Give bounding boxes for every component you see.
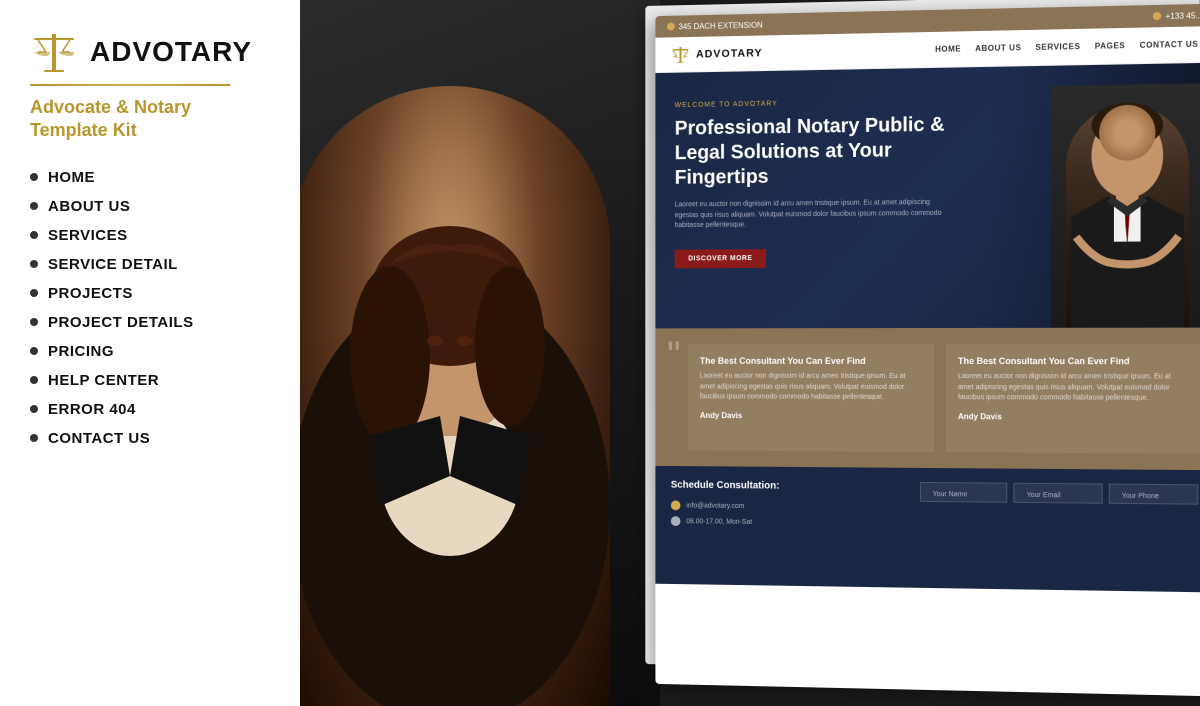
nav-bullet	[30, 260, 38, 268]
topbar-icon-right	[1153, 12, 1161, 20]
right-panel: 345 DACH EXTENSION +133 45...	[620, 0, 1200, 706]
quote-mark: "	[667, 336, 681, 375]
email-input-label: Your Email	[1020, 492, 1066, 499]
nav-item-error[interactable]: ERROR 404	[30, 395, 270, 424]
topbar-address: 345 DACH EXTENSION	[679, 20, 763, 31]
nav-bullet	[30, 318, 38, 326]
nav-label-home: HOME	[48, 169, 95, 186]
topbar-phone: +133 45...	[1165, 11, 1200, 21]
site-navigation: HOME ABOUT US SERVICES PAGES CONTACT US	[935, 40, 1198, 54]
testimonial-author-2: Andy Davis	[958, 412, 1188, 422]
contact-hours: 08.00-17.00, Mon-Sat	[686, 518, 752, 526]
hero-man-figure	[1051, 83, 1200, 328]
site-nav-pages[interactable]: PAGES	[1095, 41, 1126, 51]
site-nav-home[interactable]: HOME	[935, 44, 961, 54]
nav-item-project-details[interactable]: PROJECT DETAILS	[30, 308, 270, 337]
nav-bullet	[30, 376, 38, 384]
name-input-label: Your Name	[927, 491, 974, 498]
nav-item-about[interactable]: ABOUT US	[30, 192, 270, 221]
nav-label-service-detail: SERVICE DETAIL	[48, 256, 178, 273]
nav-label-about: ABOUT US	[48, 198, 130, 215]
nav-label-error: ERROR 404	[48, 401, 136, 418]
nav-bullet	[30, 202, 38, 210]
testimonial-title-2: The Best Consultant You Can Ever Find	[958, 356, 1188, 366]
woman-figure	[260, 56, 640, 706]
gold-divider	[30, 84, 230, 86]
nav-item-pricing[interactable]: PRICING	[30, 337, 270, 366]
nav-item-service-detail[interactable]: SERVICE DETAIL	[30, 250, 270, 279]
left-panel: ADVOTARY Advocate & Notary Template Kit …	[0, 0, 660, 706]
name-input[interactable]: Your Name	[920, 482, 1008, 503]
nav-bullet	[30, 434, 38, 442]
brand-tagline: Advocate & Notary Template Kit	[30, 96, 270, 143]
phone-input-label: Your Phone	[1116, 493, 1166, 501]
nav-bullet	[30, 405, 38, 413]
testimonial-text-1: Laoreet eu auctor non dignissim id arcu …	[700, 372, 922, 404]
site-logo: ADVOTARY	[671, 43, 763, 65]
site-nav-services[interactable]: SERVICES	[1035, 42, 1080, 52]
site-hero: WELCOME TO ADVOTARY Professional Notary …	[655, 63, 1200, 329]
testimonial-card-1: The Best Consultant You Can Ever Find La…	[688, 344, 934, 452]
nav-item-contact[interactable]: CONTACT US	[30, 424, 270, 453]
phone-input[interactable]: Your Phone	[1108, 484, 1198, 505]
contact-title: Schedule Consultation:	[671, 480, 904, 493]
contact-email-item: info@advotary.com	[671, 500, 904, 512]
testimonial-text-2: Laoreet eu auctor non dignissim id arcu …	[958, 372, 1188, 404]
nav-item-services[interactable]: SERVICES	[30, 221, 270, 250]
nav-label-services: SERVICES	[48, 227, 128, 244]
site-testimonials: " The Best Consultant You Can Ever Find …	[655, 328, 1200, 471]
hero-content: WELCOME TO ADVOTARY Professional Notary …	[675, 98, 956, 268]
nav-bullet	[30, 289, 38, 297]
left-content: ADVOTARY Advocate & Notary Template Kit …	[0, 0, 300, 706]
nav-item-projects[interactable]: PROJECTS	[30, 279, 270, 308]
form-row-1: Your Name Your Email Your Phone	[920, 482, 1199, 505]
nav-bullet	[30, 347, 38, 355]
nav-label-contact: CONTACT US	[48, 430, 150, 447]
topbar-right: +133 45...	[1153, 11, 1200, 21]
testimonial-title-1: The Best Consultant You Can Ever Find	[700, 356, 922, 366]
nav-label-pricing: PRICING	[48, 343, 114, 360]
website-mockup: 345 DACH EXTENSION +133 45...	[655, 4, 1200, 697]
site-nav-about[interactable]: ABOUT US	[975, 43, 1021, 53]
hero-title: Professional Notary Public & Legal Solut…	[675, 113, 956, 191]
nav-label-help: HELP CENTER	[48, 372, 159, 389]
nav-bullet	[30, 173, 38, 181]
nav-label-project-details: PROJECT DETAILS	[48, 314, 194, 331]
site-logo-text: ADVOTARY	[696, 47, 763, 60]
nav-bullet	[30, 231, 38, 239]
contact-form: Your Name Your Email Your Phone	[920, 482, 1199, 578]
testimonial-author-1: Andy Davis	[700, 411, 922, 421]
hero-welcome: WELCOME TO ADVOTARY	[675, 98, 956, 110]
email-input[interactable]: Your Email	[1013, 483, 1102, 504]
site-nav-contact[interactable]: CONTACT US	[1140, 40, 1199, 50]
contact-info: Schedule Consultation: info@advotary.com…	[671, 480, 904, 574]
topbar-icon-left	[667, 23, 675, 31]
logo-area: ADVOTARY	[30, 28, 270, 76]
nav-item-help[interactable]: HELP CENTER	[30, 366, 270, 395]
hero-description: Laoreet eu auctor non dignissim id arcu …	[675, 198, 956, 232]
logo-icon	[30, 28, 78, 76]
nav-label-projects: PROJECTS	[48, 285, 133, 302]
email-icon	[671, 500, 681, 510]
brand-name: ADVOTARY	[90, 36, 252, 68]
topbar-left: 345 DACH EXTENSION	[667, 20, 763, 31]
nav-item-home[interactable]: HOME	[30, 163, 270, 192]
hero-cta-button[interactable]: DISCOVER MORE	[675, 249, 766, 268]
contact-email: info@advotary.com	[686, 502, 744, 510]
navigation-list: HOME ABOUT US SERVICES SERVICE DETAIL PR…	[30, 163, 270, 453]
testimonial-card-2: The Best Consultant You Can Ever Find La…	[946, 344, 1200, 454]
clock-icon	[671, 516, 681, 526]
contact-hours-item: 08.00-17.00, Mon-Sat	[671, 516, 904, 529]
site-contact-section: Schedule Consultation: info@advotary.com…	[655, 466, 1200, 593]
